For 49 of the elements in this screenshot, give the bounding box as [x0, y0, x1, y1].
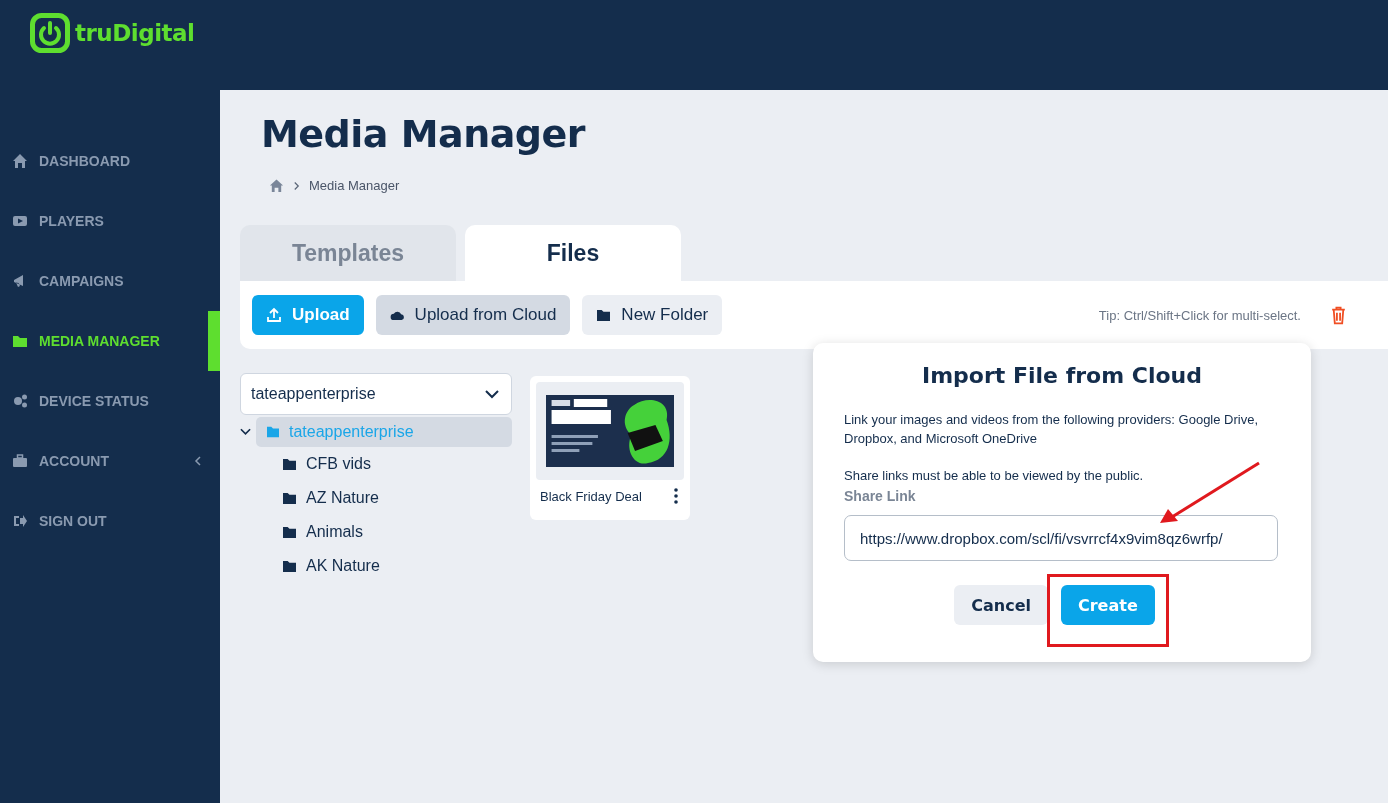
folder-icon [266, 426, 280, 438]
sidebar-item[interactable]: CAMPAIGNS [0, 251, 220, 311]
trash-icon[interactable] [1331, 305, 1346, 325]
workspace-select[interactable]: tateappenterprise [240, 373, 512, 415]
sidebar-item[interactable]: SIGN OUT [0, 491, 220, 551]
dialog-note: Share links must be able to be viewed by the public. [844, 468, 1145, 483]
share-link-field[interactable]: https://www.dropbox.com/scl/fi/vsvrrcf4x9vim8qz6wrfp/ [844, 515, 1278, 561]
cloud-icon [389, 309, 405, 321]
folder-icon [12, 333, 28, 349]
play-icon [12, 213, 28, 229]
folder-icon [282, 491, 297, 505]
breadcrumb-item: Media Manager [309, 178, 400, 193]
active-indicator [208, 311, 220, 371]
sidebar-item[interactable]: DASHBOARD [0, 131, 220, 191]
cloud-upload-button[interactable]: Upload from Cloud [375, 295, 571, 335]
tip-text: Tip: Ctrl/Shift+Click for multi-select. [1098, 307, 1301, 323]
folder-icon [282, 525, 297, 539]
brand-name: truDigital [75, 20, 195, 46]
power-logo-icon [30, 13, 70, 53]
home-icon [12, 153, 28, 169]
tree-item[interactable]: AZ Nature [282, 481, 512, 515]
home-icon[interactable] [269, 178, 284, 193]
tree-item[interactable]: Animals [282, 515, 512, 549]
more-options-icon[interactable] [674, 488, 678, 504]
chevron-icon [194, 455, 202, 467]
dialog-title: Import File from Cloud [921, 363, 1203, 388]
field-label: Share Link [844, 488, 917, 504]
sidebar-item[interactable]: ACCOUNT [0, 431, 220, 491]
folder-icon [282, 559, 297, 573]
folder-icon [282, 457, 297, 471]
folder-icon [596, 308, 612, 322]
upload-icon [266, 307, 282, 323]
sidebar-item[interactable]: PLAYERS [0, 191, 220, 251]
tab[interactable]: Files [465, 225, 681, 281]
briefcase-icon [12, 453, 28, 469]
tree-item[interactable]: AK Nature [282, 549, 512, 583]
file-card[interactable]: Black Friday Deal [530, 376, 690, 520]
page-title: Media Manager [261, 112, 587, 156]
sidebar-item[interactable]: MEDIA MANAGER [0, 311, 220, 371]
file-name: Black Friday Deal [540, 488, 642, 504]
chevron-down-icon [485, 389, 499, 399]
sidebar-item[interactable]: DEVICE STATUS [0, 371, 220, 431]
dialog-text: Link your images and videos from the following providers: Google Drive, Dropbox, and Microsoft OneDrive [844, 411, 1260, 448]
tree-item[interactable]: CFB vids [282, 447, 512, 481]
chevron-icon[interactable] [240, 428, 251, 436]
sign-out-icon [12, 513, 28, 529]
new-folder-button[interactable]: New Folder [582, 295, 723, 335]
cancel-button[interactable]: Cancel [954, 585, 1048, 625]
chevron-icon [293, 180, 300, 191]
